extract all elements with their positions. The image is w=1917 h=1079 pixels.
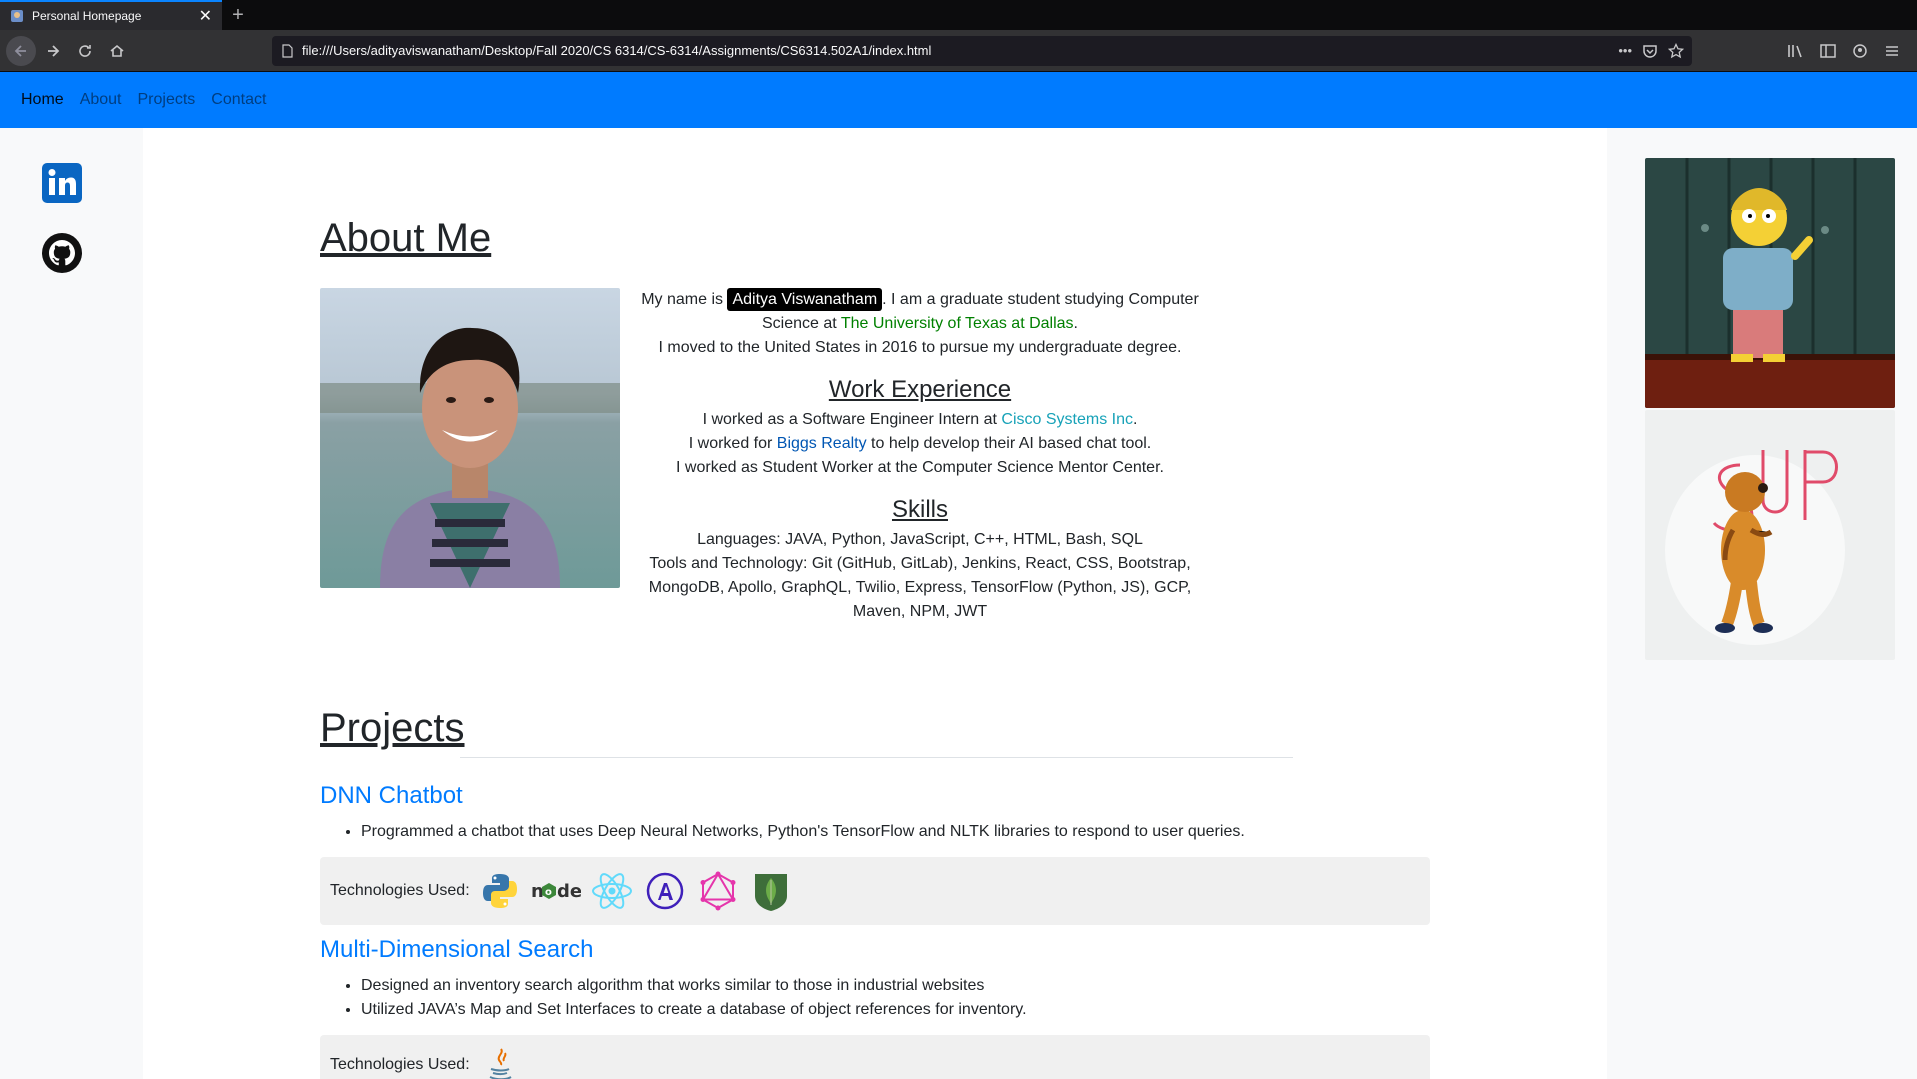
java-icon bbox=[478, 1043, 522, 1079]
new-tab-button[interactable]: + bbox=[222, 0, 254, 30]
browser-toolbar: file:///Users/adityaviswanatham/Desktop/… bbox=[0, 30, 1917, 72]
nav-projects[interactable]: Projects bbox=[138, 91, 196, 109]
nav-about[interactable]: About bbox=[80, 91, 122, 109]
apollo-icon bbox=[643, 869, 687, 913]
profile-photo bbox=[320, 288, 620, 588]
svg-text:de: de bbox=[557, 881, 581, 902]
account-icon[interactable] bbox=[1851, 43, 1869, 59]
menu-icon[interactable] bbox=[1883, 43, 1901, 59]
page-actions-icon[interactable]: ••• bbox=[1618, 43, 1632, 59]
biggs-link[interactable]: Biggs Realty bbox=[777, 435, 867, 452]
bookmark-star-icon[interactable] bbox=[1668, 42, 1684, 59]
browser-tab[interactable]: Personal Homepage ✕ bbox=[0, 0, 222, 30]
moved-text: I moved to the United States in 2016 to … bbox=[658, 339, 1182, 356]
nodejs-icon: n o de bbox=[531, 869, 581, 913]
sup-costume-gif bbox=[1645, 410, 1895, 660]
page-icon bbox=[282, 43, 293, 58]
left-sidebar bbox=[0, 128, 143, 1079]
work-line-2: I worked for Biggs Realty to help develo… bbox=[635, 432, 1205, 456]
main-column: About Me My name is Aditya Viswanatham .… bbox=[143, 128, 1607, 1079]
forward-button[interactable] bbox=[38, 36, 68, 66]
work2-prefix: I worked for bbox=[688, 435, 777, 452]
github-icon[interactable] bbox=[42, 233, 82, 273]
section-divider bbox=[460, 757, 1293, 758]
tech-box: Technologies Used: bbox=[320, 1035, 1430, 1079]
site-navbar: Home About Projects Contact bbox=[0, 72, 1917, 128]
python-icon bbox=[478, 869, 522, 913]
about-title: About Me bbox=[320, 216, 492, 260]
tab-close-icon[interactable]: ✕ bbox=[199, 6, 212, 26]
reload-icon bbox=[79, 44, 91, 57]
browser-tabbar: Personal Homepage ✕ + bbox=[0, 0, 1917, 30]
work-line-3: I worked as Student Worker at the Comput… bbox=[676, 459, 1164, 476]
projects-title: Projects bbox=[320, 706, 465, 750]
project-bullets: Programmed a chatbot that uses Deep Neur… bbox=[361, 820, 1245, 844]
forward-arrow-icon bbox=[48, 44, 60, 57]
work-line-1: I worked as a Software Engineer Intern a… bbox=[635, 408, 1205, 432]
linkedin-icon[interactable] bbox=[42, 163, 82, 203]
reload-button[interactable] bbox=[70, 36, 100, 66]
tools-text: Tools and Technology: Git (GitHub, GitLa… bbox=[648, 555, 1192, 620]
project-bullets: Designed an inventory search algorithm t… bbox=[361, 974, 1027, 1022]
project-title-dnn-chatbot[interactable]: DNN Chatbot bbox=[320, 782, 463, 810]
intro-end: . bbox=[1073, 315, 1078, 332]
intro-paragraph: My name is Aditya Viswanatham. I am a gr… bbox=[635, 288, 1205, 336]
work1-prefix: I worked as a Software Engineer Intern a… bbox=[702, 411, 1002, 428]
react-icon bbox=[590, 869, 634, 913]
languages-text: Languages: JAVA, Python, JavaScript, C++… bbox=[697, 531, 1143, 548]
url-bar[interactable]: file:///Users/adityaviswanatham/Desktop/… bbox=[272, 35, 1692, 66]
work1-end: . bbox=[1132, 411, 1138, 428]
sidebar-icon[interactable] bbox=[1819, 43, 1837, 59]
skills-title: Skills bbox=[891, 496, 948, 523]
svg-text:n: n bbox=[531, 881, 544, 902]
nav-contact[interactable]: Contact bbox=[211, 91, 266, 109]
home-icon bbox=[110, 44, 124, 57]
list-item: Utilized JAVA’s Map and Set Interfaces t… bbox=[361, 998, 1027, 1022]
tech-box: Technologies Used: n o de bbox=[320, 857, 1430, 925]
intro-prefix: My name is bbox=[641, 291, 728, 308]
url-text: file:///Users/adityaviswanatham/Desktop/… bbox=[302, 43, 932, 58]
list-item: Programmed a chatbot that uses Deep Neur… bbox=[361, 820, 1245, 844]
cisco-link[interactable]: Cisco Systems Inc bbox=[1001, 411, 1133, 428]
library-icon[interactable] bbox=[1787, 43, 1805, 59]
tech-label: Technologies Used: bbox=[330, 882, 470, 899]
graphql-icon bbox=[696, 869, 740, 913]
mongodb-icon bbox=[749, 869, 793, 913]
name-badge: Aditya Viswanatham bbox=[727, 288, 883, 311]
page-favicon-icon bbox=[11, 10, 23, 22]
home-button[interactable] bbox=[102, 36, 132, 66]
work2-end: to help develop their AI based chat tool… bbox=[866, 435, 1152, 452]
page-content: About Me My name is Aditya Viswanatham .… bbox=[0, 128, 1917, 1079]
ralph-wiggum-gif bbox=[1645, 158, 1895, 408]
pocket-icon[interactable] bbox=[1642, 43, 1658, 59]
about-text: My name is Aditya Viswanatham. I am a gr… bbox=[635, 288, 1205, 624]
back-button[interactable] bbox=[6, 35, 36, 66]
university-link[interactable]: The University of Texas at Dallas bbox=[841, 315, 1074, 332]
project-title-multi-dimensional-search[interactable]: Multi-Dimensional Search bbox=[320, 936, 593, 964]
tab-title: Personal Homepage bbox=[32, 9, 142, 23]
list-item: Designed an inventory search algorithm t… bbox=[361, 974, 1027, 998]
svg-text:o: o bbox=[545, 887, 552, 898]
right-sidebar bbox=[1607, 128, 1917, 1079]
back-arrow-icon bbox=[14, 44, 26, 57]
work-experience-title: Work Experience bbox=[828, 376, 1012, 403]
nav-home[interactable]: Home bbox=[21, 91, 64, 109]
tech-label: Technologies Used: bbox=[330, 1056, 470, 1073]
